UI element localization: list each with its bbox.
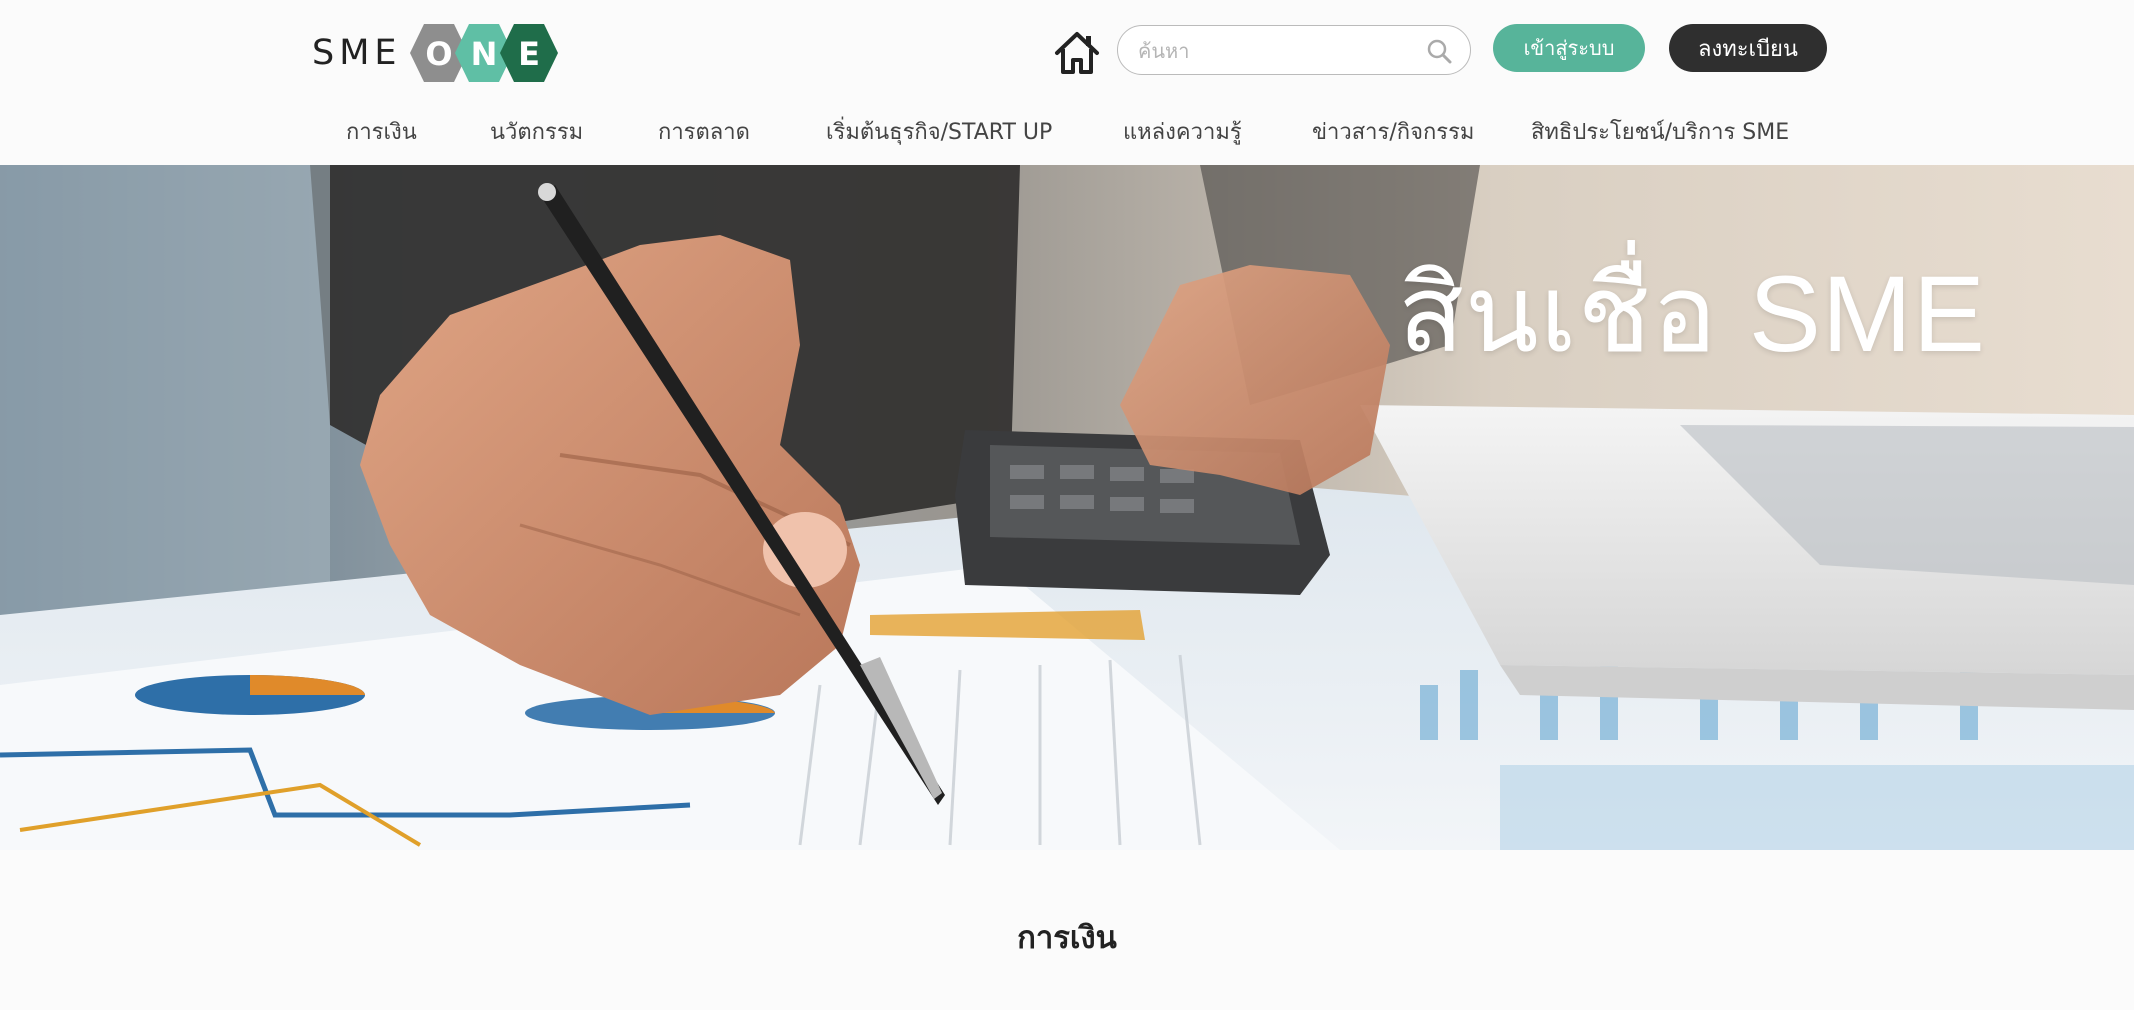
hero-title: สินเชื่อ SME	[1398, 253, 1986, 374]
home-icon[interactable]	[1053, 29, 1101, 77]
nav-item-marketing[interactable]: การตลาด	[658, 114, 750, 149]
nav-item-innovation[interactable]: นวัตกรรม	[490, 114, 583, 149]
login-button[interactable]: เข้าสู่ระบบ	[1493, 24, 1645, 72]
nav-item-finance[interactable]: การเงิน	[346, 114, 417, 149]
search-icon[interactable]	[1426, 38, 1452, 64]
register-button[interactable]: ลงทะเบียน	[1669, 24, 1827, 72]
nav-item-knowledge[interactable]: แหล่งความรู้	[1123, 114, 1242, 149]
logo-letter-n: N	[470, 35, 497, 73]
nav-item-startup[interactable]: เริ่มต้นธุรกิจ/START UP	[826, 114, 1052, 149]
section-title: การเงิน	[1017, 920, 1117, 956]
nav-item-benefits[interactable]: สิทธิประโยชน์/บริการ SME	[1531, 114, 1789, 149]
search-box	[1117, 25, 1471, 75]
sme-one-logo[interactable]: SME O N E	[312, 22, 558, 84]
site-header: SME O N E เข้าสู่ระบบ ลงทะเบียน การเงิน	[0, 0, 2134, 165]
logo-letter-e: E	[518, 35, 540, 73]
main-nav: การเงิน นวัตกรรม การตลาด เริ่มต้นธุรกิจ/…	[0, 114, 2134, 148]
logo-hexagons: O N E	[409, 24, 558, 82]
logo-text: SME	[312, 33, 402, 73]
logo-letter-o: O	[425, 35, 452, 73]
search-input[interactable]	[1136, 34, 1420, 68]
nav-item-news[interactable]: ข่าวสาร/กิจกรรม	[1312, 114, 1474, 149]
hero-banner: สินเชื่อ SME	[0, 165, 2134, 850]
